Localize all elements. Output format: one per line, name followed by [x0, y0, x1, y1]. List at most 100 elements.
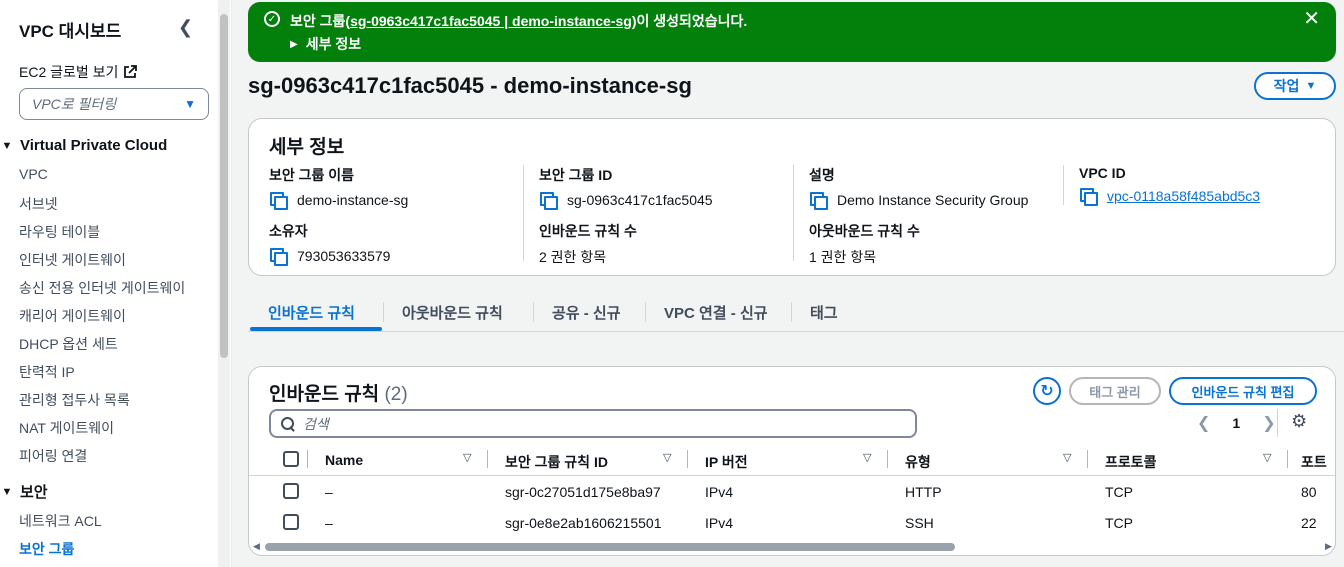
- column-divider: [887, 450, 888, 468]
- detail-label: 설명: [809, 167, 835, 183]
- sidebar-item[interactable]: DHCP 옵션 세트: [19, 334, 118, 354]
- table-cell: HTTP: [905, 484, 942, 500]
- search-icon: [281, 416, 295, 431]
- table-cell: 80: [1301, 484, 1317, 500]
- section-security[interactable]: ▼ 보안: [0, 481, 48, 502]
- row-checkbox[interactable]: [283, 514, 299, 530]
- details-title: 세부 정보: [269, 137, 345, 158]
- edit-inbound-rules-button[interactable]: 인바운드 규칙 편집: [1169, 377, 1317, 405]
- tab-0[interactable]: 인바운드 규칙: [268, 302, 355, 323]
- horizontal-scroll-thumb[interactable]: [265, 543, 955, 551]
- vpc-filter-select[interactable]: VPC로 필터링 ▼: [19, 88, 209, 120]
- sidebar-item[interactable]: 피어링 연결: [19, 446, 87, 466]
- success-check-icon: ✓: [264, 11, 280, 27]
- close-icon[interactable]: ✕: [1303, 9, 1320, 29]
- vpc-id-link[interactable]: vpc-0118a58f485abd5c3: [1107, 188, 1260, 204]
- row-checkbox[interactable]: [283, 483, 299, 499]
- ec2-global-view-link[interactable]: EC2 글로벌 보기: [19, 62, 138, 82]
- table-cell: 22: [1301, 515, 1317, 531]
- table-cell: –: [325, 484, 333, 500]
- sidebar-item-active[interactable]: 보안 그룹: [19, 539, 74, 559]
- table-row[interactable]: – sgr-0c27051d175e8ba97 IPv4 HTTP TCP 80: [249, 477, 1335, 508]
- column-divider: [1063, 165, 1064, 205]
- sort-caret-icon[interactable]: ▽: [1263, 451, 1271, 464]
- column-header[interactable]: 포트: [1301, 452, 1327, 472]
- tab-2[interactable]: 공유 - 신규: [552, 302, 621, 323]
- tab-divider: [533, 302, 534, 322]
- sidebar-item[interactable]: NAT 게이트웨이: [19, 418, 114, 438]
- scroll-left-icon[interactable]: ◀: [253, 541, 260, 552]
- column-header[interactable]: Name: [325, 452, 363, 468]
- actions-button[interactable]: 작업 ▼: [1254, 72, 1336, 100]
- active-tab-indicator: [250, 327, 382, 331]
- caret-down-icon: ▼: [1305, 80, 1317, 92]
- flash-details-label: 세부 정보: [305, 36, 362, 52]
- sidebar-item[interactable]: 서브넷: [19, 194, 58, 214]
- table-cell: SSH: [905, 515, 934, 531]
- ec2-global-view-label[interactable]: EC2 글로벌 보기: [19, 62, 118, 82]
- inbound-rules-title: 인바운드 규칙 (2): [269, 379, 408, 406]
- sort-caret-icon[interactable]: ▽: [663, 451, 671, 464]
- section-virtual-private-cloud[interactable]: ▼ Virtual Private Cloud: [0, 137, 168, 154]
- tab-4[interactable]: 태그: [810, 302, 838, 323]
- detail-field: 아웃바운드 규칙 수 1 권한 항목: [809, 221, 1069, 267]
- caret-down-icon: ▼: [184, 97, 196, 111]
- sort-caret-icon[interactable]: ▽: [863, 451, 871, 464]
- copy-icon[interactable]: [1079, 187, 1098, 206]
- detail-field: 보안 그룹 이름 demo-instance-sg: [269, 165, 529, 210]
- sidebar-scrollbar[interactable]: [218, 0, 230, 567]
- detail-label: 보안 그룹 ID: [539, 167, 613, 183]
- tab-3[interactable]: VPC 연결 - 신규: [664, 302, 768, 323]
- sidebar-item[interactable]: 라우팅 테이블: [19, 222, 100, 242]
- search-input[interactable]: 검색: [269, 409, 917, 438]
- sidebar-item[interactable]: VPC: [19, 166, 48, 182]
- flash-details-toggle[interactable]: ▶ 세부 정보: [290, 34, 361, 54]
- sidebar-scroll-thumb[interactable]: [220, 14, 228, 358]
- sidebar-item[interactable]: 탄력적 IP: [19, 362, 75, 382]
- table-header-row: Name ▽ 보안 그룹 규칙 ID ▽ IP 버전 ▽ 유형 ▽ 프로토콜 ▽ 포트: [249, 445, 1335, 476]
- scroll-right-icon[interactable]: ▶: [1325, 541, 1332, 552]
- chevron-left-icon[interactable]: ❮: [1197, 413, 1210, 433]
- collapse-sidebar-icon[interactable]: ❮: [178, 17, 193, 38]
- copy-icon[interactable]: [809, 191, 828, 210]
- column-divider: [523, 165, 524, 261]
- detail-value: demo-instance-sg: [297, 192, 409, 208]
- sidebar-item[interactable]: 송신 전용 인터넷 게이트웨이: [19, 278, 185, 298]
- refresh-button[interactable]: ↻: [1033, 377, 1061, 405]
- detail-value: 793053633579: [297, 248, 391, 264]
- detail-value: 2 권한 항목: [539, 249, 607, 265]
- column-header[interactable]: 유형: [905, 452, 931, 472]
- tab-divider: [383, 302, 384, 322]
- chevron-right-icon[interactable]: ❯: [1262, 413, 1275, 433]
- refresh-icon: ↻: [1040, 383, 1054, 400]
- current-page[interactable]: 1: [1232, 415, 1240, 431]
- column-divider: [687, 450, 688, 468]
- detail-label: 소유자: [269, 223, 308, 239]
- sidebar-item[interactable]: 캐리어 게이트웨이: [19, 306, 126, 326]
- manage-tags-button[interactable]: 태그 관리: [1069, 377, 1161, 405]
- table-row[interactable]: – sgr-0e8e2ab1606215501 IPv4 SSH TCP 22: [249, 508, 1335, 539]
- detail-label: 인바운드 규칙 수: [539, 223, 637, 239]
- column-header[interactable]: IP 버전: [705, 452, 748, 472]
- column-divider: [307, 450, 308, 468]
- sidebar-item[interactable]: 네트워크 ACL: [19, 511, 102, 531]
- column-divider: [793, 165, 794, 261]
- tab-1[interactable]: 아웃바운드 규칙: [402, 302, 503, 323]
- sidebar-item[interactable]: 인터넷 게이트웨이: [19, 250, 126, 270]
- column-header[interactable]: 프로토콜: [1105, 452, 1157, 472]
- gear-icon[interactable]: ⚙: [1291, 411, 1307, 432]
- sort-caret-icon[interactable]: ▽: [1063, 451, 1071, 464]
- copy-icon[interactable]: [269, 247, 288, 266]
- detail-value-row: Demo Instance Security Group: [809, 191, 1069, 210]
- column-header[interactable]: 보안 그룹 규칙 ID: [505, 452, 608, 472]
- select-all-checkbox[interactable]: [283, 451, 299, 467]
- table-cell: sgr-0e8e2ab1606215501: [505, 515, 662, 531]
- detail-value: Demo Instance Security Group: [837, 192, 1029, 208]
- sidebar-item[interactable]: 관리형 접두사 목록: [19, 390, 130, 410]
- copy-icon[interactable]: [539, 191, 558, 210]
- horizontal-scrollbar[interactable]: ◀ ▶: [249, 539, 1335, 553]
- sort-caret-icon[interactable]: ▽: [463, 451, 471, 464]
- copy-icon[interactable]: [269, 191, 288, 210]
- detail-field: 보안 그룹 ID sg-0963c417c1fac5045: [539, 165, 799, 210]
- flash-security-group-link[interactable]: sg-0963c417c1fac5045 | demo-instance-sg: [350, 13, 632, 29]
